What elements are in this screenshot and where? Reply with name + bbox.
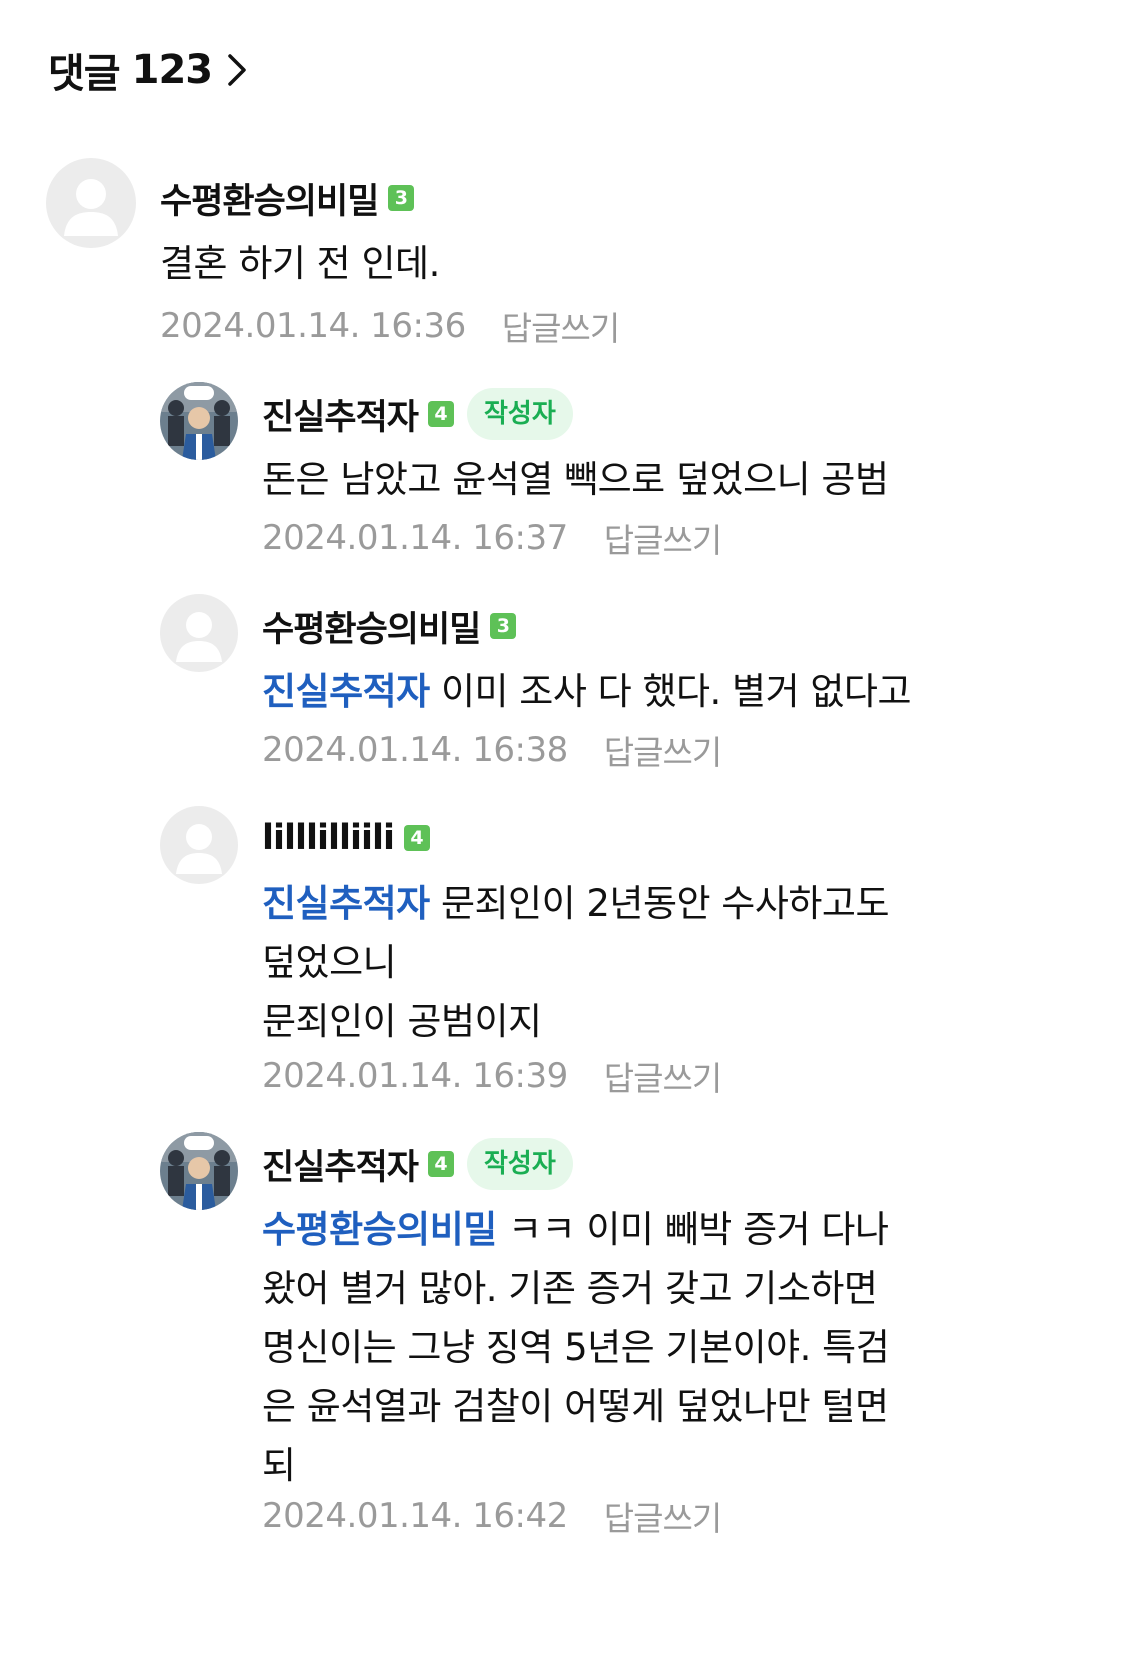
comment-body-line: 은 윤석열과 검찰이 어떻게 덮었나만 털면 xyxy=(262,1385,889,1428)
comment-author[interactable]: 수평환승의비밀 xyxy=(262,601,481,652)
comment-text: 결혼 하기 전 인데. xyxy=(160,234,440,293)
avatar[interactable] xyxy=(160,1132,238,1210)
level-badge: 4 xyxy=(428,401,455,427)
comment-date: 2024.01.14. 16:36 xyxy=(160,306,466,346)
comment-body-line: 되 xyxy=(262,1444,296,1487)
comment-meta: 2024.01.14. 16:37 답글쓰기 xyxy=(262,514,722,562)
comment-body-line: 왔어 별거 많아. 기존 증거 갖고 기소하면 xyxy=(262,1267,878,1310)
comments-header[interactable]: 댓글 123 xyxy=(48,44,248,97)
avatar[interactable] xyxy=(160,806,238,884)
comment-author[interactable]: lilllilliili xyxy=(262,818,395,858)
reply-button[interactable]: 답글쓰기 xyxy=(604,1052,722,1100)
comment-author[interactable]: 수평환승의비밀 xyxy=(160,173,379,224)
author-tag: 작성자 xyxy=(467,388,573,440)
comment-meta: 2024.01.14. 16:36 답글쓰기 xyxy=(160,302,620,350)
comment-text: 수평환승의비밀 ㅋㅋ 이미 빼박 증거 다나 왔어 별거 많아. 기존 증거 갖… xyxy=(262,1200,890,1495)
comment-author-line: 진실추적자 4 작성자 xyxy=(262,388,573,440)
comment-body-line: 덮었으니 xyxy=(262,941,397,984)
comment-body-line: 문죄인이 공범이지 xyxy=(262,1000,542,1043)
comment-body-line: 명신이는 그냥 징역 5년은 기본이야. 특검 xyxy=(262,1326,890,1369)
comment-author-line: lilllilliili 4 xyxy=(262,816,430,860)
comment-body: 이미 조사 다 했다. 별거 없다고 xyxy=(429,670,912,713)
level-badge: 3 xyxy=(388,185,415,211)
mention[interactable]: 진실추적자 xyxy=(262,882,430,925)
comment-author-line: 진실추적자 4 작성자 xyxy=(262,1138,573,1190)
profile-photo xyxy=(160,1132,238,1210)
comment-date: 2024.01.14. 16:39 xyxy=(262,1056,568,1096)
profile-photo xyxy=(160,382,238,460)
comment-body-line: ㅋㅋ 이미 빼박 증거 다나 xyxy=(496,1208,889,1251)
comment-date: 2024.01.14. 16:37 xyxy=(262,518,568,558)
default-user-icon xyxy=(176,824,222,874)
reply-button[interactable]: 답글쓰기 xyxy=(604,1492,722,1540)
comment-text: 진실추적자 문죄인이 2년동안 수사하고도 덮었으니 문죄인이 공범이지 xyxy=(262,874,890,1051)
reply-button[interactable]: 답글쓰기 xyxy=(502,302,620,350)
comment-author[interactable]: 진실추적자 xyxy=(262,389,419,440)
comment-meta: 2024.01.14. 16:39 답글쓰기 xyxy=(262,1052,722,1100)
default-user-icon xyxy=(176,612,222,662)
chevron-right-icon[interactable] xyxy=(226,53,248,87)
comment-meta: 2024.01.14. 16:38 답글쓰기 xyxy=(262,726,722,774)
comment-text: 진실추적자 이미 조사 다 했다. 별거 없다고 xyxy=(262,662,912,721)
mention[interactable]: 진실추적자 xyxy=(262,670,430,713)
author-tag: 작성자 xyxy=(467,1138,573,1190)
comment-date: 2024.01.14. 16:42 xyxy=(262,1496,568,1536)
avatar[interactable] xyxy=(160,594,238,672)
avatar[interactable] xyxy=(160,382,238,460)
comment-body-line: 문죄인이 2년동안 수사하고도 xyxy=(429,882,890,925)
comments-title: 댓글 xyxy=(48,51,121,97)
comment-body: 돈은 남았고 윤석열 빽으로 덮었으니 공범 xyxy=(262,458,889,501)
comment-body: 결혼 하기 전 인데. xyxy=(160,242,440,285)
comment-author-line: 수평환승의비밀 3 xyxy=(262,604,517,650)
level-badge: 4 xyxy=(403,825,430,851)
mention[interactable]: 수평환승의비밀 xyxy=(262,1208,497,1251)
level-badge: 3 xyxy=(490,613,517,639)
comment-text: 돈은 남았고 윤석열 빽으로 덮었으니 공범 xyxy=(262,450,889,509)
reply-button[interactable]: 답글쓰기 xyxy=(604,514,722,562)
default-user-icon xyxy=(64,179,118,236)
reply-button[interactable]: 답글쓰기 xyxy=(604,726,722,774)
avatar[interactable] xyxy=(46,158,136,248)
comment-author[interactable]: 진실추적자 xyxy=(262,1139,419,1190)
comment-meta: 2024.01.14. 16:42 답글쓰기 xyxy=(262,1492,722,1540)
comments-count: 123 xyxy=(131,47,213,93)
comment-date: 2024.01.14. 16:38 xyxy=(262,730,568,770)
comment-author-line: 수평환승의비밀 3 xyxy=(160,176,415,222)
level-badge: 4 xyxy=(428,1151,455,1177)
